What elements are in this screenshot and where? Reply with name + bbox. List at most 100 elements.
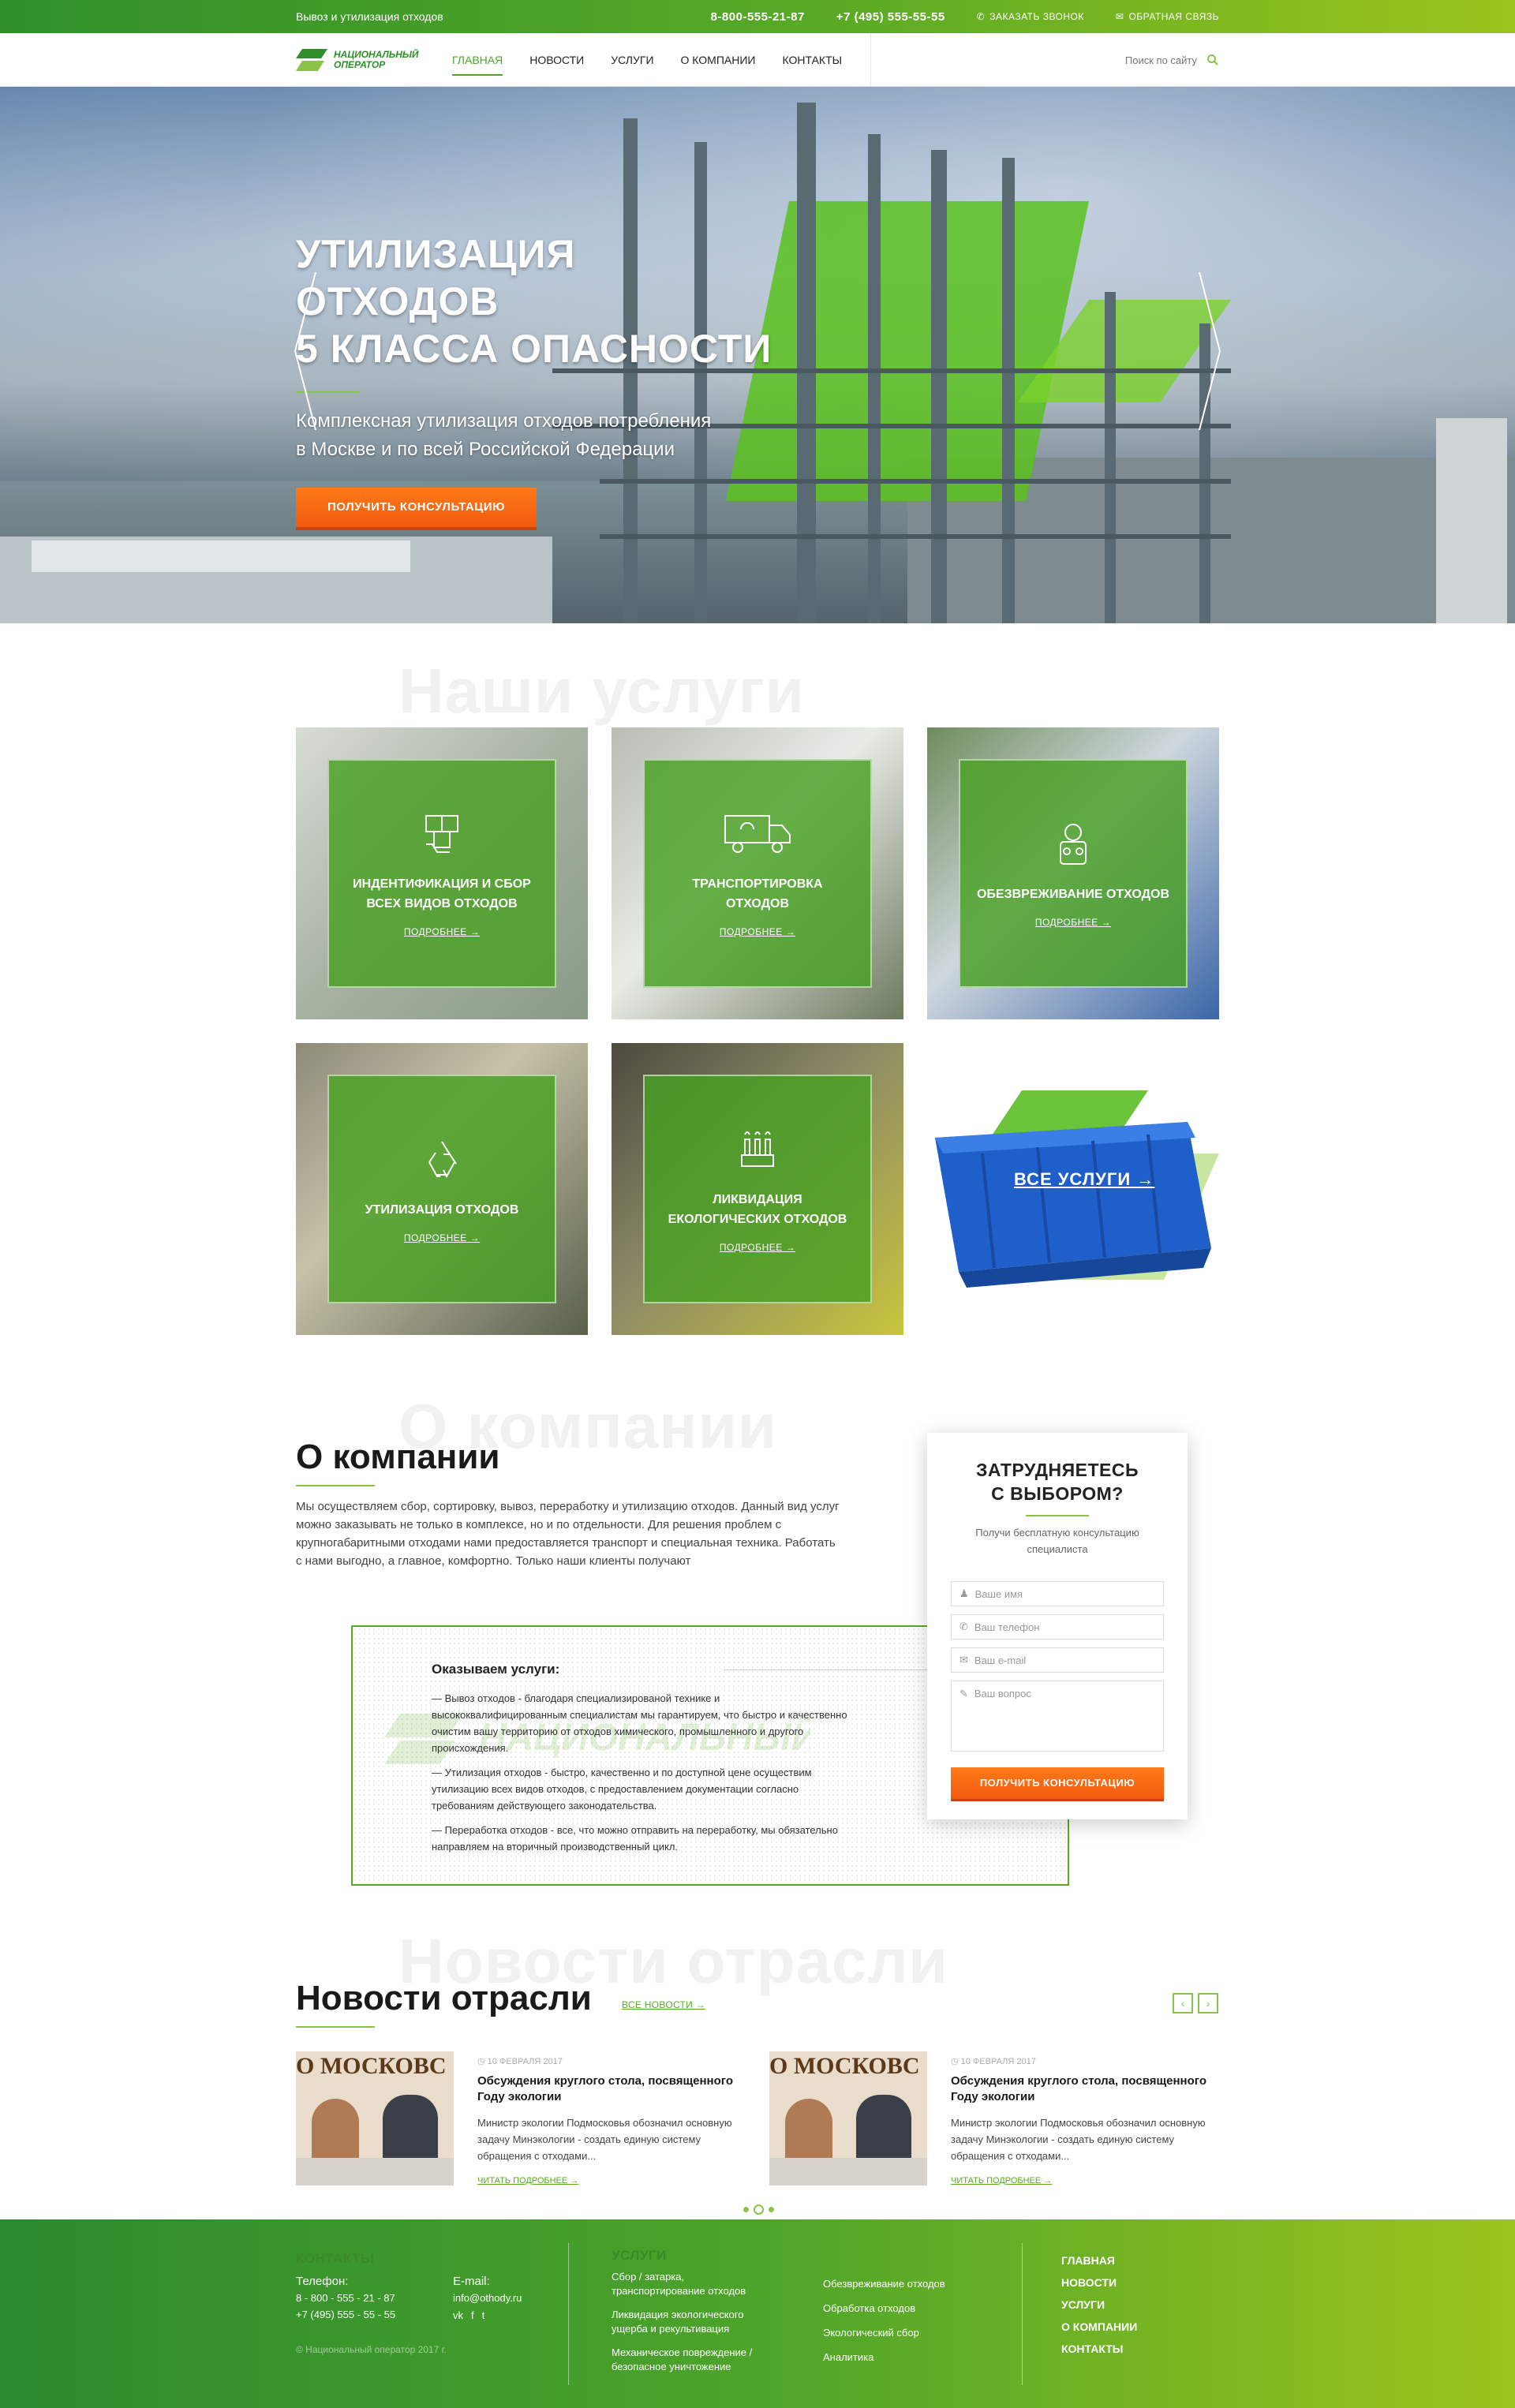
phone-field[interactable]: ✆ Ваш телефон — [951, 1614, 1164, 1640]
menu-item-services[interactable]: Услуги — [611, 33, 653, 87]
list-item: — Утилизация отходов - быстро, качествен… — [432, 1767, 812, 1812]
main-nav: Национальный Оператор Главная Новости Усл… — [0, 33, 1515, 87]
news-date: ◷ 10 февраля 2017 — [951, 2057, 1036, 2066]
footer-services: Услуги Сбор / затарка, транспортирование… — [612, 2248, 777, 2374]
phone-link-1[interactable]: 8-800-555-21-87 — [711, 10, 805, 24]
footer-phone-1[interactable]: 8 - 800 - 555 - 21 - 87 — [296, 2290, 447, 2306]
service-card[interactable]: Ликвидация екологических отходов Подробн… — [612, 1043, 903, 1335]
menu-item-contacts[interactable]: Контакты — [782, 33, 842, 87]
service-card[interactable]: Обезвреживание отходов Подробнее → — [927, 727, 1219, 1019]
search-input[interactable] — [1110, 54, 1197, 66]
service-card[interactable]: Утилизация отходов Подробнее → — [296, 1043, 588, 1335]
slider-prev-arrow-icon[interactable] — [294, 272, 317, 430]
all-services-card[interactable]: Все услуги → — [927, 1043, 1219, 1335]
menu-item-about[interactable]: О компании — [681, 33, 756, 87]
footer-link-news[interactable]: Новости — [1061, 2272, 1137, 2294]
service-more-link[interactable]: Подробнее → — [404, 1232, 480, 1243]
news-image: О МОСКОВС — [296, 2051, 454, 2186]
service-card[interactable]: Транспортировка отходов Подробнее → — [612, 727, 903, 1019]
search-icon[interactable] — [1206, 54, 1219, 66]
news-dots — [743, 2204, 774, 2215]
hero-content: Утилизация отходов 5 класса опасности Ком… — [296, 230, 785, 527]
callback-link[interactable]: ✆ Заказать звонок — [977, 11, 1084, 22]
footer-phone-2[interactable]: +7 (495) 555 - 55 - 55 — [296, 2306, 447, 2323]
news-dot[interactable] — [769, 2207, 774, 2212]
news-read-more[interactable]: Читать подробнее → — [951, 2176, 1052, 2186]
footer-link-contacts[interactable]: Контакты — [1061, 2338, 1137, 2360]
factory-icon — [741, 1131, 774, 1167]
service-title: Индентификация и сбор всех видов отходов — [353, 877, 531, 910]
email-field[interactable]: ✉ Ваш e-mail — [951, 1647, 1164, 1673]
news-headline[interactable]: Обсуждения круглого стола, посвященного … — [951, 2073, 1211, 2105]
list-item: — Вывоз отходов - благодаря специализиро… — [432, 1692, 847, 1754]
service-more-link[interactable]: Подробнее → — [720, 926, 795, 937]
footer-service-link[interactable]: Экологический сбор — [823, 2320, 945, 2345]
slogan: Вывоз и утилизация отходов — [296, 10, 443, 23]
twitter-icon[interactable]: t — [482, 2309, 485, 2321]
news-prev-button[interactable]: ‹ — [1173, 1993, 1193, 2014]
footer-service-link[interactable]: Сбор / затарка, транспортирование отходо… — [612, 2270, 777, 2298]
footer-link-home[interactable]: Главная — [1061, 2249, 1137, 2272]
news-excerpt: Министр экологии Подмосковья обозначил о… — [951, 2117, 1206, 2162]
footer-link-about[interactable]: О компании — [1061, 2316, 1137, 2338]
user-icon: ♟ — [960, 1587, 969, 1599]
news-headline[interactable]: Обсуждения круглого стола, посвященного … — [477, 2073, 738, 2105]
service-more-link[interactable]: Подробнее → — [404, 926, 480, 937]
form-subtitle: Получи бесплатную консультацию специалис… — [975, 1527, 1139, 1555]
news-dot-active[interactable] — [754, 2204, 764, 2215]
service-title: Обезвреживание отходов — [976, 887, 1170, 901]
all-services-link[interactable]: Все услуги → — [1014, 1169, 1154, 1190]
phone-icon: ✆ — [960, 1621, 968, 1632]
search — [1110, 54, 1219, 66]
services-offered-list: — Вывоз отходов - благодаря специализиро… — [432, 1690, 858, 1863]
footer-contacts-title: Контакты — [296, 2251, 375, 2266]
news-item[interactable]: О МОСКОВС ◷ 10 февраля 2017 Обсуждения к… — [769, 2051, 1211, 2193]
hazmat-icon — [1060, 823, 1087, 865]
footer-service-link[interactable]: Обработка отходов — [823, 2296, 945, 2320]
footer-service-link[interactable]: Аналитика — [823, 2345, 945, 2369]
vk-icon[interactable]: vk — [453, 2309, 463, 2321]
service-more-link[interactable]: Подробнее → — [1035, 917, 1111, 928]
truck-icon — [724, 815, 791, 853]
news-section: Новости отрасли Новости отрасли Все ново… — [0, 1917, 1515, 2227]
footer-service-link[interactable]: Механическое повреждение / безопасное ун… — [612, 2346, 777, 2374]
about-title: О компании — [296, 1438, 500, 1476]
slider-next-arrow-icon[interactable] — [1198, 272, 1221, 430]
phone-icon: ✆ — [976, 11, 986, 22]
footer-services-title: Услуги — [612, 2248, 667, 2263]
service-title: Ликвидация екологических отходов — [668, 1193, 847, 1226]
services-grid: Индентификация и сбор всех видов отходов… — [296, 727, 1219, 1335]
about-title-underline — [296, 1485, 375, 1486]
news-dot[interactable] — [743, 2207, 749, 2212]
logo[interactable]: Национальный Оператор — [296, 49, 438, 71]
footer-service-link[interactable]: Ликвидация экологического ущерба и рекул… — [612, 2308, 777, 2336]
news-item[interactable]: О МОСКОВС ◷ 10 февраля 2017 Обсуждения к… — [296, 2051, 738, 2193]
footer-link-services[interactable]: Услуги — [1061, 2294, 1137, 2316]
menu-item-news[interactable]: Новости — [529, 33, 584, 87]
about-text: Мы осуществляем сбор, сортировку, вывоз,… — [296, 1500, 840, 1568]
hero-title: Утилизация отходов 5 класса опасности — [296, 232, 772, 371]
menu: Главная Новости Услуги О компании Контак… — [452, 33, 872, 87]
name-field[interactable]: ♟ Ваше имя — [951, 1581, 1164, 1606]
question-field[interactable]: ✎ Ваш вопрос — [951, 1681, 1164, 1752]
footer-services-2: Обезвреживание отходов Обработка отходов… — [823, 2272, 945, 2369]
all-news-link[interactable]: Все новости → — [622, 1999, 705, 2010]
mail-icon: ✉ — [1115, 11, 1124, 22]
footer-contacts: Контакты Телефон: 8 - 800 - 555 - 21 - 8… — [296, 2251, 447, 2358]
news-read-more[interactable]: Читать подробнее → — [477, 2176, 578, 2186]
footer-email-link[interactable]: info@othody.ru — [453, 2290, 522, 2306]
footer-service-link[interactable]: Обезвреживание отходов — [823, 2272, 945, 2296]
phone-link-2[interactable]: +7 (495) 555-55-55 — [836, 10, 945, 24]
form-submit-button[interactable]: Получить консультацию — [951, 1767, 1164, 1799]
mail-icon: ✉ — [960, 1654, 968, 1666]
news-next-button[interactable]: › — [1198, 1993, 1218, 2014]
feedback-link[interactable]: ✉ Обратная связь — [1116, 11, 1219, 22]
social-links: vk f t — [453, 2309, 522, 2321]
service-card[interactable]: Индентификация и сбор всех видов отходов… — [296, 727, 588, 1019]
menu-item-home[interactable]: Главная — [452, 33, 503, 87]
facebook-icon[interactable]: f — [471, 2309, 474, 2321]
hero-consult-button[interactable]: Получить консультацию — [296, 488, 537, 527]
news-date: ◷ 10 февраля 2017 — [477, 2057, 563, 2066]
service-more-link[interactable]: Подробнее → — [720, 1242, 795, 1253]
news-excerpt: Министр экологии Подмосковья обозначил о… — [477, 2117, 732, 2162]
